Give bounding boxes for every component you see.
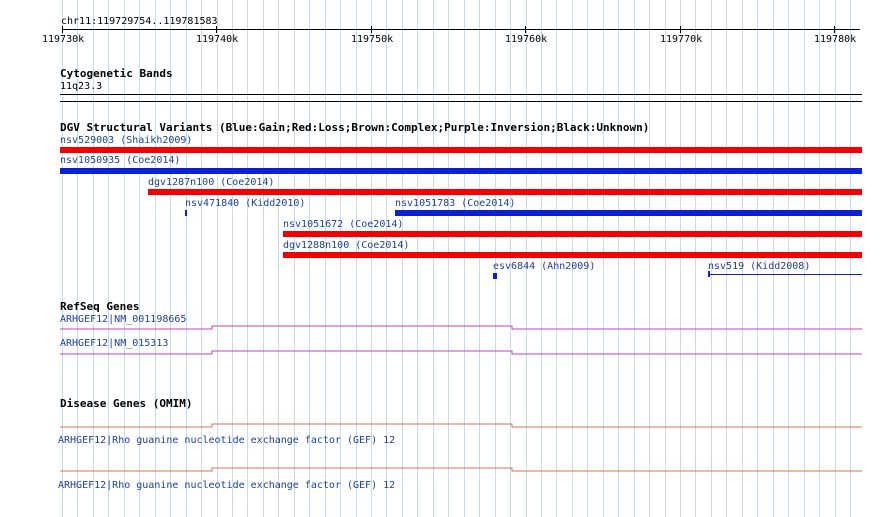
grid-line <box>680 0 681 517</box>
grid-line <box>402 0 403 517</box>
variant-bar-loss[interactable] <box>148 189 862 195</box>
variant-bar-loss[interactable] <box>283 231 862 237</box>
ruler-tick <box>216 26 217 33</box>
omim-track-title: Disease Genes (OMIM) <box>60 397 193 410</box>
grid-line <box>448 0 449 517</box>
variant-label[interactable]: nsv1051783 (Coe2014) <box>395 198 515 210</box>
grid-line <box>665 0 666 517</box>
ruler-tick <box>525 26 526 33</box>
ruler-tick <box>62 26 63 33</box>
refseq-transcript-2[interactable] <box>60 346 862 358</box>
grid-line <box>788 0 789 517</box>
grid-line <box>433 0 434 517</box>
cytoband-border-bottom[interactable] <box>60 101 862 102</box>
variant-bar-loss[interactable] <box>283 252 862 258</box>
refseq-transcript-1[interactable] <box>60 322 862 334</box>
grid-line <box>649 0 650 517</box>
grid-line <box>742 0 743 517</box>
ruler-tick-label: 119780k <box>814 34 857 45</box>
ruler-tick-label: 119750k <box>351 34 394 45</box>
variant-bar-gain[interactable] <box>493 273 497 279</box>
cytoband-border-top[interactable] <box>60 94 862 95</box>
grid-line <box>819 0 820 517</box>
variant-bar-gain[interactable] <box>395 210 862 216</box>
grid-line <box>634 0 635 517</box>
grid-line <box>695 0 696 517</box>
ruler-tick-label: 119760k <box>505 34 548 45</box>
genome-browser-canvas: chr11:119729754..119781583 119730k 11974… <box>0 0 890 517</box>
ruler-tick-label: 119730k <box>42 34 85 45</box>
region-label: chr11:119729754..119781583 <box>61 16 218 27</box>
grid-line <box>757 0 758 517</box>
refseq-track-title: RefSeq Genes <box>60 300 140 313</box>
grid-line <box>495 0 496 517</box>
grid-line <box>835 0 836 517</box>
grid-line <box>773 0 774 517</box>
variant-bar-gain[interactable] <box>60 168 862 174</box>
variant-label[interactable]: nsv519 (Kidd2008) <box>708 261 810 273</box>
grid-line <box>711 0 712 517</box>
grid-line <box>587 0 588 517</box>
grid-line <box>479 0 480 517</box>
grid-line <box>618 0 619 517</box>
variant-bar-gain[interactable] <box>185 210 187 216</box>
ruler-line <box>62 29 860 30</box>
grid-line <box>726 0 727 517</box>
grid-line <box>541 0 542 517</box>
variant-label[interactable]: nsv1050935 (Coe2014) <box>60 155 180 167</box>
grid-line <box>603 0 604 517</box>
dgv-track-title: DGV Structural Variants (Blue:Gain;Red:L… <box>60 121 650 134</box>
ruler-tick <box>834 26 835 33</box>
omim-gene-label[interactable]: ARHGEF12|Rho guanine nucleotide exchange… <box>58 480 395 492</box>
variant-bar-gain-thin[interactable] <box>708 274 862 275</box>
variant-bar-loss[interactable] <box>60 147 862 153</box>
grid-line <box>572 0 573 517</box>
ruler-tick-label: 119740k <box>196 34 239 45</box>
grid-line <box>526 0 527 517</box>
omim-gene-label[interactable]: ARHGEF12|Rho guanine nucleotide exchange… <box>58 435 395 447</box>
grid-line <box>417 0 418 517</box>
ruler-tick <box>680 26 681 33</box>
omim-gene-line-2[interactable] <box>60 464 862 476</box>
grid-line <box>804 0 805 517</box>
variant-label[interactable]: esv6844 (Ahn2009) <box>493 261 595 273</box>
variant-label[interactable]: nsv1051672 (Coe2014) <box>283 219 403 231</box>
variant-label[interactable]: dgv1288n100 (Coe2014) <box>283 240 409 252</box>
variant-label[interactable]: nsv471840 (Kidd2010) <box>185 198 305 210</box>
cytoband-label[interactable]: 11q23.3 <box>60 81 102 93</box>
variant-label[interactable]: nsv529003 (Shaikh2009) <box>60 135 192 147</box>
cytoband-track-title: Cytogenetic Bands <box>60 67 173 80</box>
grid-line <box>510 0 511 517</box>
grid-line <box>850 0 851 517</box>
grid-line <box>464 0 465 517</box>
omim-gene-line-1[interactable] <box>60 420 862 432</box>
grid-line <box>556 0 557 517</box>
ruler-tick <box>371 26 372 33</box>
variant-label[interactable]: dgv1287n100 (Coe2014) <box>148 177 274 189</box>
ruler-tick-label: 119770k <box>660 34 703 45</box>
